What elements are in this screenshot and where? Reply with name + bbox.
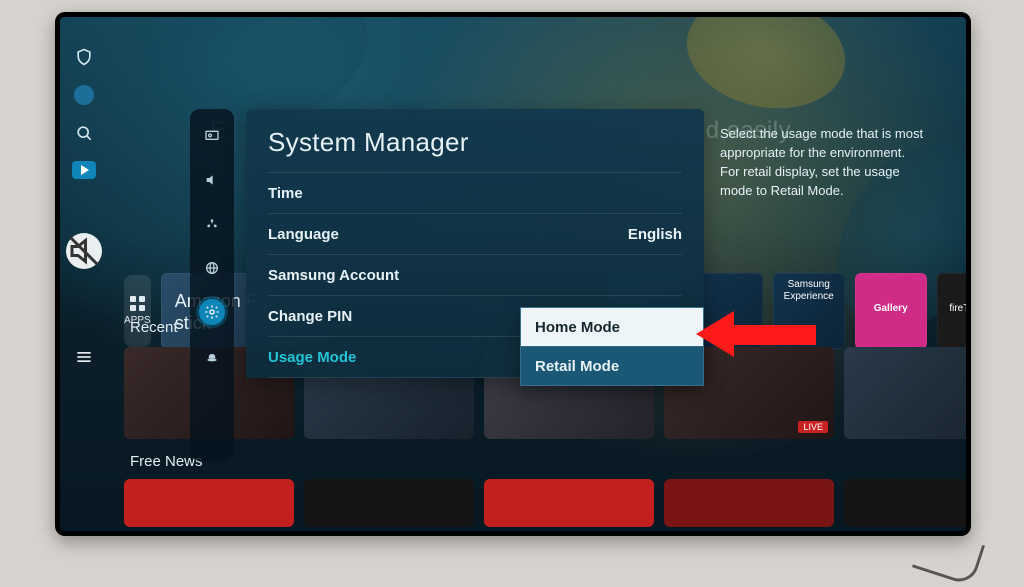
row-label: Samsung Account	[268, 267, 399, 284]
news-thumb[interactable]	[304, 479, 474, 527]
apps-button[interactable]: APPS	[124, 275, 151, 347]
dropdown-option-label: Retail Mode	[535, 358, 619, 375]
row-time[interactable]: Time	[268, 172, 682, 213]
dropdown-option-label: Home Mode	[535, 319, 620, 336]
recent-row-title: Recent	[130, 319, 178, 336]
row-language[interactable]: Language English	[268, 213, 682, 254]
system-icon[interactable]	[199, 299, 225, 325]
picture-icon[interactable]	[199, 123, 225, 149]
apps-grid-icon	[130, 296, 145, 311]
row-value: English	[628, 226, 682, 243]
menu-icon[interactable]	[74, 347, 94, 367]
panel-title: System Manager	[268, 127, 682, 158]
app-tile-firetv[interactable]: fireTVstick	[937, 273, 966, 349]
live-badge: LIVE	[798, 421, 828, 433]
dropdown-option-home-mode[interactable]: Home Mode	[521, 308, 703, 346]
row-label: Time	[268, 185, 303, 202]
app-tile-gallery[interactable]: Gallery	[855, 273, 927, 349]
tv-cable-decor	[912, 526, 985, 586]
mute-icon[interactable]	[66, 233, 102, 269]
app-tile-samsung[interactable]: Samsung Experience	[773, 273, 845, 349]
news-thumb[interactable]	[484, 479, 654, 527]
tv-frame: E kly and easily	[55, 12, 971, 536]
privacy-shield-icon[interactable]	[74, 47, 94, 67]
notification-dot-icon[interactable]	[74, 85, 94, 105]
news-thumb[interactable]	[124, 479, 294, 527]
network-icon[interactable]	[199, 255, 225, 281]
search-icon[interactable]	[74, 123, 94, 143]
row-label: Language	[268, 226, 339, 243]
broadcast-icon[interactable]	[199, 211, 225, 237]
news-row	[124, 479, 956, 527]
row-label: Usage Mode	[268, 349, 356, 366]
tv-screen: E kly and easily	[60, 17, 966, 531]
dropdown-option-retail-mode[interactable]: Retail Mode	[521, 346, 703, 385]
recent-thumb[interactable]: LIVE	[844, 347, 966, 439]
wallpaper-decor	[676, 17, 855, 122]
news-thumb[interactable]	[844, 479, 966, 527]
usage-mode-dropdown: Home Mode Retail Mode	[520, 307, 704, 386]
row-label: Change PIN	[268, 308, 352, 325]
play-app-icon[interactable]	[72, 161, 96, 179]
settings-category-sidebar	[190, 109, 234, 461]
system-sidebar	[66, 47, 102, 367]
news-thumb[interactable]	[664, 479, 834, 527]
sound-icon[interactable]	[199, 167, 225, 193]
row-samsung-account[interactable]: Samsung Account	[268, 254, 682, 295]
help-text: Select the usage mode that is most appro…	[720, 125, 924, 200]
support-icon[interactable]	[199, 343, 225, 369]
